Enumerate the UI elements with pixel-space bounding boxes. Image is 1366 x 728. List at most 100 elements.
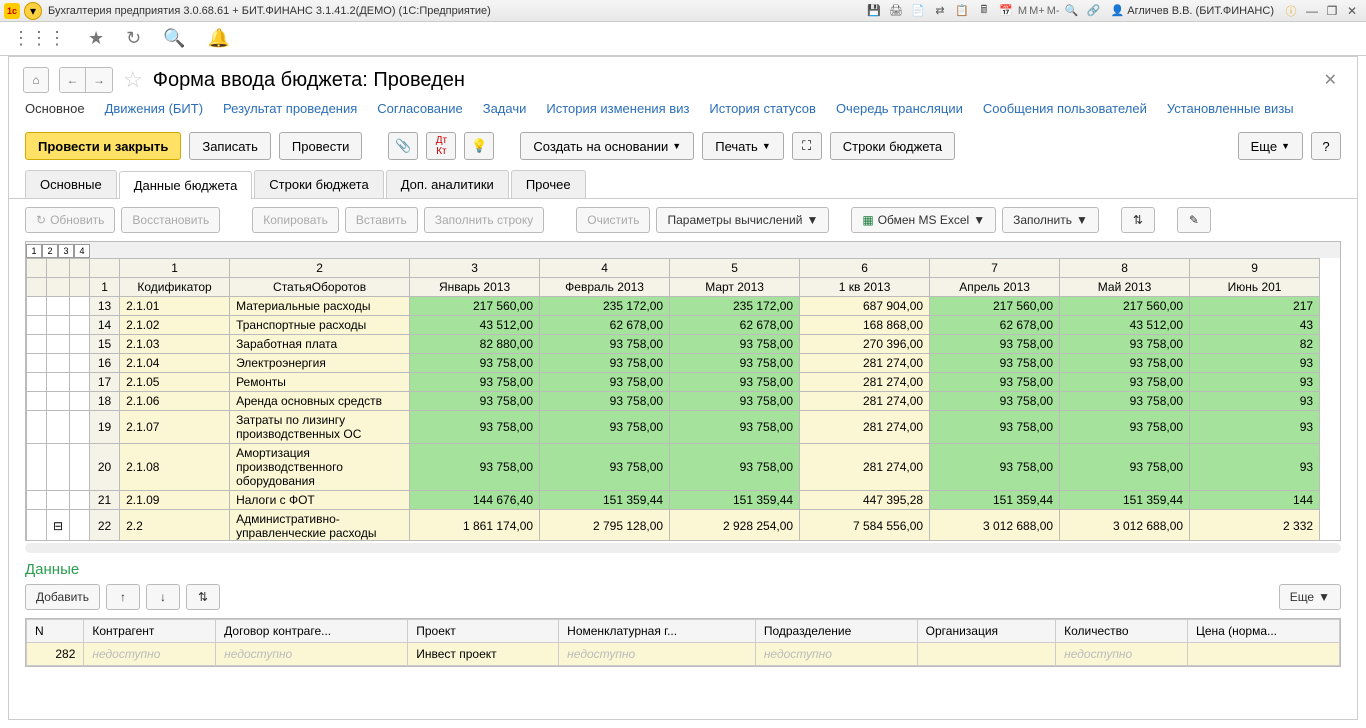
col-head-9[interactable]: 9	[1190, 259, 1320, 278]
cell-qty[interactable]: недоступно	[1056, 643, 1188, 666]
forward-button[interactable]: →	[86, 68, 112, 92]
col-n[interactable]: N	[27, 620, 84, 643]
link-movements[interactable]: Движения (БИТ)	[105, 101, 203, 116]
col-head-1[interactable]: 1	[120, 259, 230, 278]
restore-button[interactable]: ❐	[1323, 3, 1341, 19]
link-queue[interactable]: Очередь трансляции	[836, 101, 963, 116]
tab-other[interactable]: Прочее	[511, 170, 586, 198]
sheet-4[interactable]: 4	[74, 244, 90, 258]
post-and-close-button[interactable]: Провести и закрыть	[25, 132, 181, 160]
apps-icon[interactable]: ⋮⋮⋮	[12, 28, 66, 49]
more2-button[interactable]: Еще ▼	[1279, 584, 1341, 610]
move-up-button[interactable]: ↑	[106, 584, 140, 610]
nav-dropdown-icon[interactable]: ▾	[24, 2, 42, 20]
minimize-button[interactable]: —	[1303, 3, 1321, 19]
sheet-1[interactable]: 1	[26, 244, 42, 258]
col-nomen[interactable]: Номенклатурная г...	[559, 620, 756, 643]
info-icon[interactable]: ⓘ	[1282, 2, 1300, 20]
col-head-5[interactable]: 5	[670, 259, 800, 278]
col-dept[interactable]: Подразделение	[755, 620, 917, 643]
col-org[interactable]: Организация	[917, 620, 1055, 643]
spreadsheet[interactable]: 1 2 3 4 1234567891КодификаторСтатьяОборо…	[25, 241, 1341, 541]
link-tasks[interactable]: Задачи	[483, 101, 527, 116]
col-label-6[interactable]: 1 кв 2013	[800, 278, 930, 297]
fill-row-button[interactable]: Заполнить строку	[424, 207, 544, 233]
home-button[interactable]: ⌂	[23, 67, 49, 93]
write-button[interactable]: Записать	[189, 132, 271, 160]
cell-dept[interactable]: недоступно	[755, 643, 917, 666]
memory-m[interactable]: M	[1018, 5, 1027, 17]
grid-row[interactable]: 132.1.01Материальные расходы217 560,0023…	[27, 297, 1320, 316]
col-label-2[interactable]: СтатьяОборотов	[230, 278, 410, 297]
save-icon[interactable]: 💾	[865, 2, 883, 20]
edit-icon[interactable]: ✎	[1177, 207, 1211, 233]
link-approval[interactable]: Согласование	[377, 101, 462, 116]
calc-icon[interactable]: 🖩	[975, 2, 993, 20]
cell-n[interactable]: 282	[27, 643, 84, 666]
expand-icon[interactable]: ⛶	[792, 132, 822, 160]
copy-button[interactable]: Копировать	[252, 207, 339, 233]
col-head-2[interactable]: 2	[230, 259, 410, 278]
grid-row[interactable]: 172.1.05Ремонты93 758,0093 758,0093 758,…	[27, 373, 1320, 392]
link-main[interactable]: Основное	[25, 101, 85, 116]
close-window-button[interactable]: ✕	[1343, 3, 1361, 19]
help-button[interactable]: ?	[1311, 132, 1341, 160]
swap2-icon[interactable]: ⇅	[186, 584, 220, 610]
col-label-3[interactable]: Январь 2013	[410, 278, 540, 297]
bottom-grid[interactable]: N Контрагент Договор контраге... Проект …	[26, 619, 1340, 666]
col-label-0[interactable]: 1	[90, 278, 120, 297]
swap-icon[interactable]: ⇅	[1121, 207, 1155, 233]
calc-params-button[interactable]: Параметры вычислений ▼	[656, 207, 829, 233]
link-status-history[interactable]: История статусов	[709, 101, 816, 116]
bottom-row[interactable]: 282 недоступно недоступно Инвест проект …	[27, 643, 1340, 666]
back-button[interactable]: ←	[60, 68, 86, 92]
search-icon[interactable]: 🔍	[163, 28, 185, 49]
history-icon[interactable]: ↻	[126, 28, 141, 49]
cell-nomen[interactable]: недоступно	[559, 643, 756, 666]
copy-icon[interactable]: 📋	[953, 2, 971, 20]
restore-button[interactable]: Восстановить	[121, 207, 220, 233]
user-label[interactable]: 👤 Агличев В.В. (БИТ.ФИНАНС)	[1111, 4, 1274, 17]
cell-project[interactable]: Инвест проект	[408, 643, 559, 666]
link-visa-history[interactable]: История изменения виз	[546, 101, 689, 116]
tab-analytics[interactable]: Доп. аналитики	[386, 170, 509, 198]
col-qty[interactable]: Количество	[1056, 620, 1188, 643]
cell-contract[interactable]: недоступно	[216, 643, 408, 666]
bottom-grid-wrap[interactable]: N Контрагент Договор контраге... Проект …	[25, 618, 1341, 667]
sheet-2[interactable]: 2	[42, 244, 58, 258]
grid-row[interactable]: 182.1.06Аренда основных средств93 758,00…	[27, 392, 1320, 411]
favorite-icon[interactable]: ★	[88, 28, 104, 49]
memory-mplus[interactable]: M+	[1029, 5, 1045, 17]
tab-budget-data[interactable]: Данные бюджета	[119, 171, 253, 199]
grid-row[interactable]: ⊟222.2Административно-управленческие рас…	[27, 510, 1320, 542]
col-label-8[interactable]: Май 2013	[1060, 278, 1190, 297]
grid-row[interactable]: 192.1.07Затраты по лизингу производствен…	[27, 411, 1320, 444]
col-price[interactable]: Цена (норма...	[1187, 620, 1339, 643]
col-label-4[interactable]: Февраль 2013	[540, 278, 670, 297]
move-down-button[interactable]: ↓	[146, 584, 180, 610]
tab-main[interactable]: Основные	[25, 170, 117, 198]
link-result[interactable]: Результат проведения	[223, 101, 357, 116]
attach-icon[interactable]: 📎	[388, 132, 418, 160]
link-visas[interactable]: Установленные визы	[1167, 101, 1294, 116]
col-head-4[interactable]: 4	[540, 259, 670, 278]
print-icon[interactable]: 🖨	[887, 2, 905, 20]
col-contragent[interactable]: Контрагент	[84, 620, 216, 643]
link-icon[interactable]: 🔗	[1085, 2, 1103, 20]
idea-icon[interactable]: 💡	[464, 132, 494, 160]
cell-price[interactable]	[1187, 643, 1339, 666]
star-icon[interactable]: ☆	[123, 67, 143, 93]
add-button[interactable]: Добавить	[25, 584, 100, 610]
dtkt-icon[interactable]: ДтКт	[426, 132, 456, 160]
clear-button[interactable]: Очистить	[576, 207, 650, 233]
close-page-button[interactable]: ✕	[1324, 70, 1337, 90]
col-label-5[interactable]: Март 2013	[670, 278, 800, 297]
budget-lines-button[interactable]: Строки бюджета	[830, 132, 955, 160]
grid-horizontal-scrollbar[interactable]	[25, 543, 1341, 553]
doc-icon[interactable]: 📄	[909, 2, 927, 20]
cell-org[interactable]	[917, 643, 1055, 666]
col-head-7[interactable]: 7	[930, 259, 1060, 278]
grid-row[interactable]: 152.1.03Заработная плата82 880,0093 758,…	[27, 335, 1320, 354]
bell-icon[interactable]: 🔔	[208, 28, 230, 49]
print-button[interactable]: Печать▼	[702, 132, 784, 160]
